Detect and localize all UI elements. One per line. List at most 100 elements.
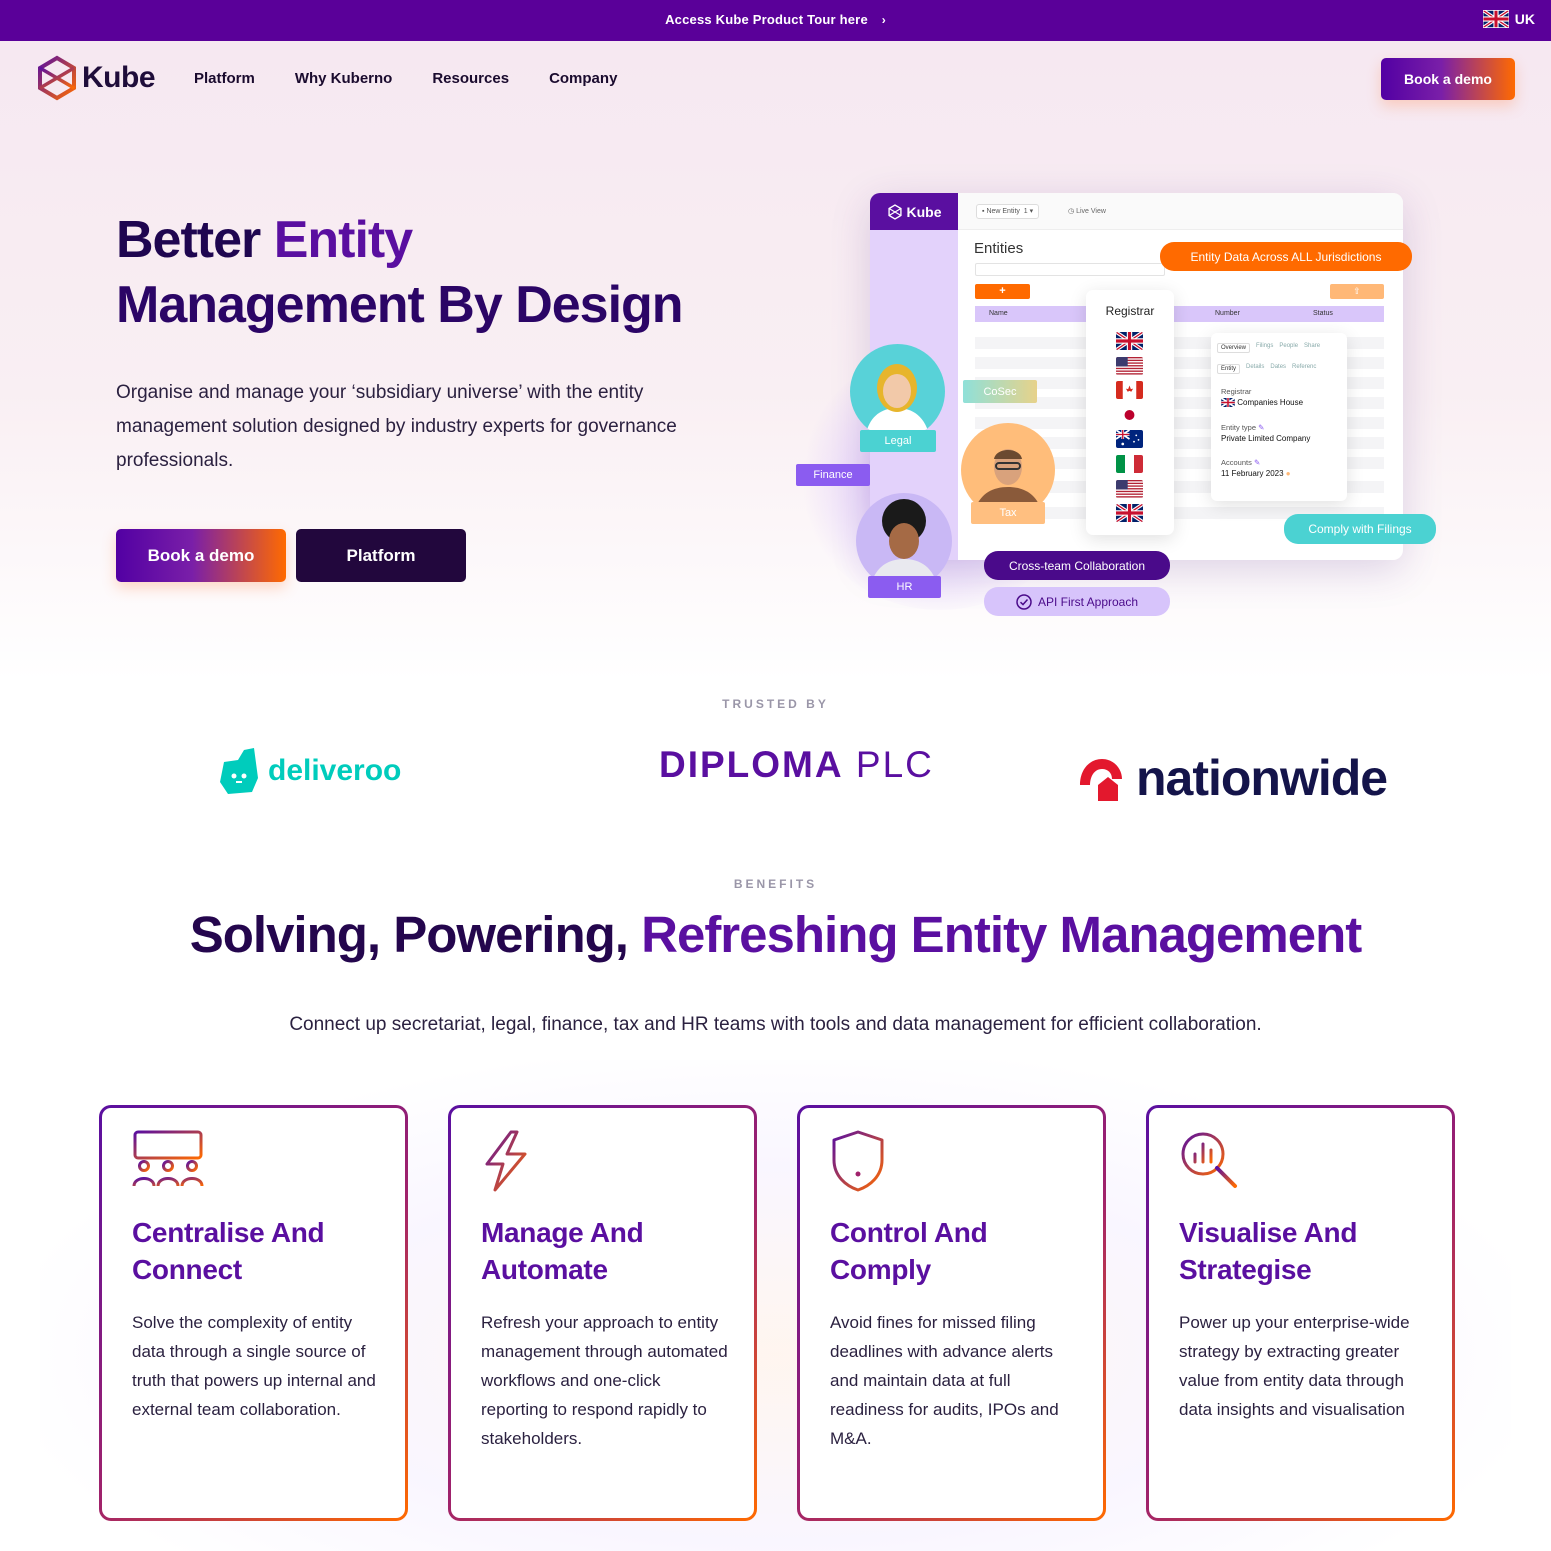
nav-company[interactable]: Company [549, 70, 617, 87]
product-tour-text[interactable]: Access Kube Product Tour here [665, 12, 868, 27]
card-title: Visualise And Strategise [1179, 1217, 1358, 1285]
hero-platform-button[interactable]: Platform [296, 529, 466, 582]
mockup-brand: Kube [870, 193, 958, 230]
entity-type-label-text: Entity type [1221, 423, 1257, 432]
new-entity-text: New Entity [986, 208, 1020, 215]
product-tour-link[interactable]: Access Kube Product Tour here › [0, 12, 1551, 27]
benefits-title: Solving, Powering, Refreshing Entity Man… [0, 905, 1551, 964]
nationwide-roof-icon [1080, 759, 1122, 801]
col-name: Name [989, 310, 1008, 317]
benefit-card-centralise: Centralise And Connect Solve the complex… [99, 1105, 408, 1521]
new-entity-chip: ▪ New Entity 1 ▾ [976, 204, 1040, 219]
shield-alert-icon [832, 1130, 884, 1192]
registrar-card: Registrar [1086, 290, 1174, 535]
accounts-label-text: Accounts [1221, 458, 1252, 467]
benefits-title-part2: Refreshing Entity Management [641, 906, 1362, 963]
diploma-wordmark: DIPLOMA [659, 744, 844, 785]
tag-tax: Tax [971, 502, 1045, 524]
card-title: Manage And Automate [481, 1217, 644, 1285]
kube-logo-small-icon [887, 203, 902, 220]
locale-selector[interactable]: UK [1482, 10, 1535, 28]
registrar-value: Companies House [1220, 397, 1304, 409]
nav-why-kuberno[interactable]: Why Kuberno [295, 70, 393, 87]
edit-icon: ✎ [1253, 458, 1261, 467]
hero-title-word2: Entity [273, 211, 413, 269]
uk-flag-icon [1220, 397, 1236, 409]
deliveroo-logo: deliveroo [218, 748, 401, 794]
card-title: Control And Comply [830, 1217, 988, 1285]
trusted-by-label: TRUSTED BY [722, 697, 829, 711]
person-illustration [870, 499, 938, 589]
entities-title: Entities [974, 240, 1024, 257]
benefit-card-visualise: Visualise And Strategise Power up your e… [1146, 1105, 1455, 1521]
card-text: Avoid fines for missed filing deadlines … [830, 1313, 1059, 1448]
nav-book-demo-button[interactable]: Book a demo [1381, 58, 1515, 100]
detail-tab: People [1279, 343, 1299, 349]
detail-subtabs: Entity Details Dates Referenc [1217, 364, 1316, 374]
benefits-subtitle: Connect up secretariat, legal, finance, … [289, 1014, 1262, 1035]
status-dot-icon: ● [1285, 469, 1291, 478]
benefits-label: BENEFITS [733, 877, 818, 891]
detail-tab: Overview [1217, 343, 1251, 353]
live-view-label: ◷ Live View [1068, 208, 1106, 215]
detail-subtab: Details [1246, 364, 1265, 370]
detail-subtab: Referenc [1292, 364, 1317, 370]
diploma-logo: DIPLOMA PLC [659, 744, 934, 786]
canada-flag-icon [1116, 381, 1143, 399]
uk-flag-icon [1116, 504, 1143, 522]
avatar-hr [856, 493, 952, 589]
hero-book-demo-button[interactable]: Book a demo [116, 529, 286, 582]
chevron-right-icon: › [881, 13, 886, 27]
tag-finance: Finance [796, 464, 870, 486]
pill-jurisdictions: Entity Data Across ALL Jurisdictions [1160, 242, 1412, 271]
italy-flag-icon [1116, 455, 1143, 473]
announcement-bar: Access Kube Product Tour here › UK [0, 0, 1551, 41]
benefit-card-control: Control And Comply Avoid fines for misse… [797, 1105, 1106, 1521]
hero-title-word1: Better [116, 211, 261, 269]
kube-logo-icon [38, 55, 76, 101]
edit-icon: ✎ [1258, 423, 1265, 432]
benefits-title-part1: Solving, Powering, [189, 906, 629, 963]
detail-tabs: Overview Filings People Share [1217, 343, 1320, 353]
mockup-search [975, 263, 1165, 276]
nav-links: Platform Why Kuberno Resources Company [194, 70, 617, 87]
mockup-add-button: + [975, 284, 1030, 299]
tag-cosec: CoSec [963, 380, 1037, 403]
pill-collaboration: Cross-team Collaboration [984, 551, 1170, 580]
new-entity-count: 1 [1023, 208, 1028, 215]
mockup-upload-button: ⇧ [1330, 284, 1384, 299]
nav-platform[interactable]: Platform [194, 70, 255, 87]
nationwide-wordmark: nationwide [1136, 750, 1388, 806]
registrar-label: Registrar [1221, 387, 1252, 396]
us-flag-icon [1116, 357, 1143, 375]
mockup-table-header: Name Number Status [975, 306, 1384, 322]
mockup-toolbar: ▪ New Entity 1 ▾ ◷ Live View [958, 193, 1403, 230]
us-flag-icon [1116, 480, 1143, 498]
card-text: Refresh your approach to entity manageme… [481, 1313, 728, 1448]
lightning-icon [485, 1130, 527, 1192]
tag-legal: Legal [860, 430, 936, 452]
nationwide-logo: nationwide [1076, 750, 1388, 806]
kube-logo[interactable]: Kube [36, 55, 156, 101]
detail-tab: Share [1304, 343, 1321, 349]
uk-flag-icon [1116, 332, 1143, 350]
hero-title: Better Entity Management By Design [116, 208, 776, 338]
check-circle-icon [1016, 593, 1032, 610]
registrar-title: Registrar [1105, 304, 1155, 318]
registrar-value-text: Companies House [1237, 398, 1304, 407]
deliveroo-kangaroo-icon [220, 748, 258, 794]
pill-api-text: API First Approach [1037, 594, 1139, 609]
australia-flag-icon [1116, 430, 1143, 448]
tag-hr: HR [868, 576, 941, 598]
entity-type-value: Private Limited Company [1221, 434, 1311, 443]
accounts-value-text: 11 February 2023 [1221, 469, 1284, 478]
mockup-brand-text: Kube [906, 203, 942, 220]
nav-resources[interactable]: Resources [432, 70, 509, 87]
diploma-plc: PLC [855, 744, 934, 785]
hero-title-line2: Management By Design [116, 276, 684, 334]
accounts-label: Accounts ✎ [1221, 458, 1260, 467]
main-nav: Kube Platform Why Kuberno Resources Comp… [0, 41, 1551, 117]
detail-tab: Filings [1256, 343, 1274, 349]
locale-label[interactable]: UK [1515, 11, 1535, 27]
person-illustration [865, 364, 930, 439]
